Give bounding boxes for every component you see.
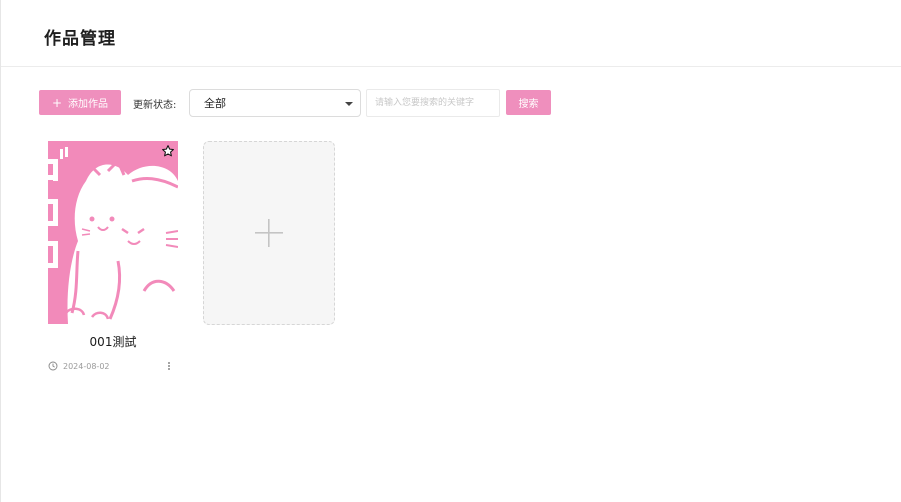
clock-icon bbox=[48, 361, 58, 371]
work-date: 2024-08-02 bbox=[63, 361, 110, 371]
star-outline-icon[interactable] bbox=[161, 144, 175, 158]
work-meta: 2024-08-02 bbox=[48, 360, 178, 372]
add-work-label: 添加作品 bbox=[68, 99, 109, 110]
plus-icon bbox=[255, 219, 283, 247]
toolbar: + 添加作品 更新状态: 全部 搜索 bbox=[1, 89, 901, 117]
caret-down-icon bbox=[345, 102, 353, 106]
status-select[interactable]: 全部 bbox=[189, 89, 361, 117]
status-filter-label: 更新状态: bbox=[133, 100, 177, 111]
more-vertical-icon[interactable] bbox=[166, 360, 172, 372]
add-work-button[interactable]: + 添加作品 bbox=[39, 90, 121, 115]
search-input[interactable] bbox=[366, 89, 500, 117]
page-header: 作品管理 bbox=[1, 0, 901, 67]
work-cover[interactable] bbox=[48, 141, 178, 324]
status-select-value: 全部 bbox=[204, 97, 226, 110]
app-frame: 作品管理 + 添加作品 更新状态: 全部 搜索 bbox=[0, 0, 901, 502]
plus-icon: + bbox=[51, 95, 63, 110]
search-button[interactable]: 搜索 bbox=[506, 90, 551, 115]
work-title[interactable]: 001測試 bbox=[48, 333, 178, 350]
work-card: 001測試 2024-08-02 bbox=[48, 141, 178, 373]
add-work-card[interactable] bbox=[203, 141, 335, 325]
cat-illustration bbox=[48, 141, 178, 324]
page-title: 作品管理 bbox=[44, 29, 116, 49]
